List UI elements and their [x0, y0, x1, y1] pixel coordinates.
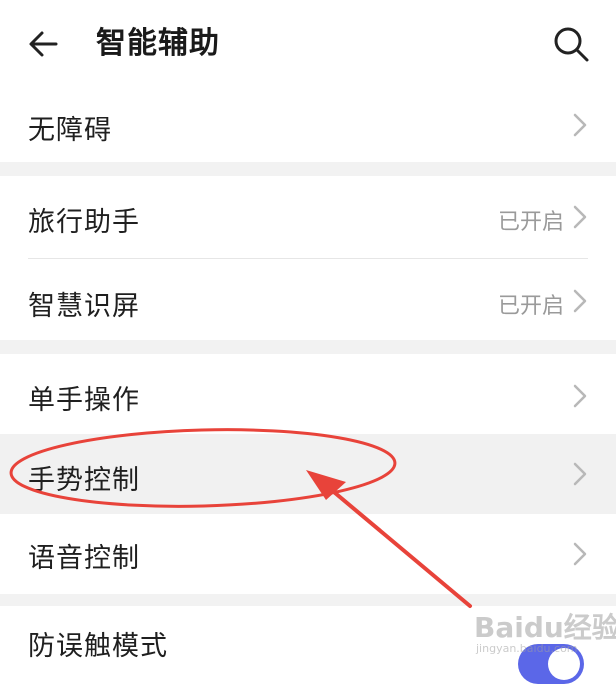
chevron-right-icon [573, 289, 587, 313]
back-arrow-icon[interactable] [26, 26, 62, 62]
watermark: Baidu经验 jingyan.baidu.com [470, 606, 616, 666]
app-bar: 智能辅助 [0, 0, 616, 88]
section-gap [0, 340, 616, 354]
watermark-text: Baidu经验 [474, 611, 616, 644]
smart-screen-recognition-status: 已开启 [497, 294, 564, 319]
watermark-subtext: jingyan.baidu.com [476, 642, 578, 655]
chevron-right-icon [573, 384, 587, 408]
accessibility-item[interactable]: 无障碍 [0, 88, 616, 162]
chevron-right-icon [573, 113, 587, 137]
gesture-control-item[interactable]: 手势控制 [0, 434, 616, 514]
page-title: 智能辅助 [96, 26, 220, 61]
one-hand-mode-label: 单手操作 [28, 385, 140, 416]
travel-assistant-label: 旅行助手 [28, 207, 140, 238]
voice-control-label: 语音控制 [28, 543, 140, 574]
accidental-touch-mode-label: 防误触模式 [28, 631, 168, 662]
voice-control-item[interactable]: 语音控制 [0, 514, 616, 594]
section-gap [0, 594, 616, 606]
chevron-right-icon [573, 205, 587, 229]
chevron-right-icon [573, 542, 587, 566]
travel-assistant-item[interactable]: 旅行助手 已开启 [0, 176, 616, 258]
chevron-right-icon [573, 462, 587, 486]
travel-assistant-status: 已开启 [497, 210, 564, 235]
search-icon[interactable] [551, 24, 591, 64]
gesture-control-label: 手势控制 [28, 465, 140, 496]
smart-screen-recognition-item[interactable]: 智慧识屏 已开启 [0, 259, 616, 340]
smart-screen-recognition-label: 智慧识屏 [28, 291, 140, 322]
one-hand-mode-item[interactable]: 单手操作 [0, 354, 616, 434]
accessibility-label: 无障碍 [28, 115, 112, 146]
section-gap [0, 162, 616, 176]
